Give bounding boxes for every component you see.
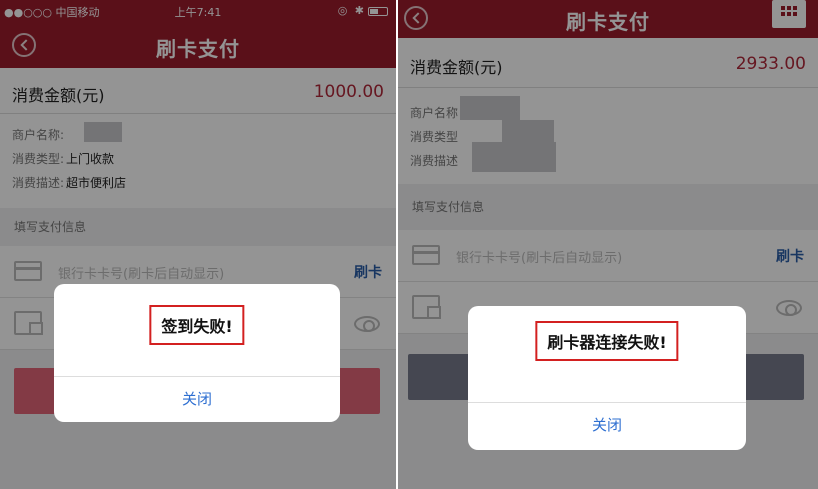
close-button[interactable]: 关闭 (468, 403, 746, 448)
phone-screen-right: 刷卡支付 消费金额(元) 2933.00 商户名称 消费类型 消费描述 填写支付 (398, 0, 818, 489)
screenshot-stage: ●●○○○ 中国移动 上午7:41 ◎ ✱ 刷卡支付 消费金额(元) 1000.… (0, 0, 818, 489)
alert-message: 签到失败! (149, 305, 245, 345)
alert-dialog: 签到失败! 关闭 (54, 284, 340, 422)
phone-screen-left: ●●○○○ 中国移动 上午7:41 ◎ ✱ 刷卡支付 消费金额(元) 1000.… (0, 0, 396, 489)
alert-message: 刷卡器连接失败! (535, 321, 679, 361)
close-button[interactable]: 关闭 (54, 377, 340, 422)
alert-dialog: 刷卡器连接失败! 关闭 (468, 306, 746, 450)
